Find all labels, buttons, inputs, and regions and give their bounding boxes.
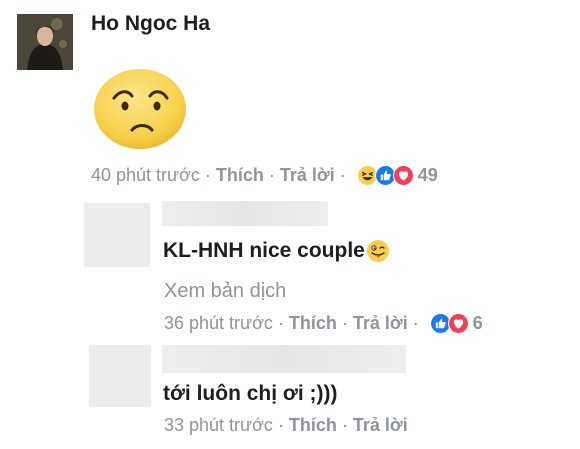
like-link[interactable]: Thích <box>289 415 337 436</box>
reply-timestamp[interactable]: 36 phút trước <box>164 313 273 334</box>
reply-meta: 33 phút trước · Thích · Trả lời <box>164 415 408 436</box>
reply-avatar[interactable] <box>84 203 150 267</box>
reply-text-content: KL-HNH nice couple <box>163 239 365 262</box>
reaction-count: 49 <box>417 165 438 185</box>
reply-author-name-blurred <box>162 345 406 373</box>
reply-link[interactable]: Trả lời <box>353 415 408 436</box>
sad-face-sticker <box>92 64 192 152</box>
reply-text: KL-HNH nice couple <box>163 239 390 263</box>
separator: · <box>339 165 346 185</box>
comment-author-name[interactable]: Ho Ngoc Ha <box>91 12 210 36</box>
reply-author-name-blurred <box>162 201 328 226</box>
love-icon <box>392 165 414 186</box>
separator: · <box>204 165 211 185</box>
separator: · <box>341 415 348 435</box>
reply-avatar[interactable] <box>89 345 151 407</box>
like-link[interactable]: Thích <box>289 313 337 334</box>
reply-link[interactable]: Trả lời <box>353 313 408 334</box>
separator: · <box>277 415 284 435</box>
separator: · <box>268 165 275 185</box>
tongue-wink-emoji-icon <box>366 240 389 262</box>
separator: · <box>412 313 419 333</box>
like-link[interactable]: Thích <box>216 165 264 186</box>
reaction-count: 6 <box>472 313 483 333</box>
reply-text: tới luôn chị ơi ;))) <box>163 382 338 406</box>
reaction-summary[interactable]: 49 <box>356 165 438 186</box>
reply-link[interactable]: Trả lời <box>280 165 335 186</box>
see-translation-link[interactable]: Xem bản dịch <box>164 280 286 303</box>
separator: · <box>341 313 348 333</box>
love-icon <box>447 313 469 334</box>
reply-meta: 36 phút trước · Thích · Trả lời · 6 <box>164 313 483 334</box>
reaction-summary[interactable]: 6 <box>429 313 483 334</box>
separator: · <box>277 313 284 333</box>
author-avatar[interactable] <box>17 14 73 70</box>
comment-timestamp[interactable]: 40 phút trước <box>91 165 200 186</box>
reply-timestamp[interactable]: 33 phút trước <box>164 415 273 436</box>
reply-text-content: tới luôn chị ơi ;))) <box>163 382 338 405</box>
comment-meta: 40 phút trước · Thích · Trả lời · 49 <box>91 165 438 186</box>
